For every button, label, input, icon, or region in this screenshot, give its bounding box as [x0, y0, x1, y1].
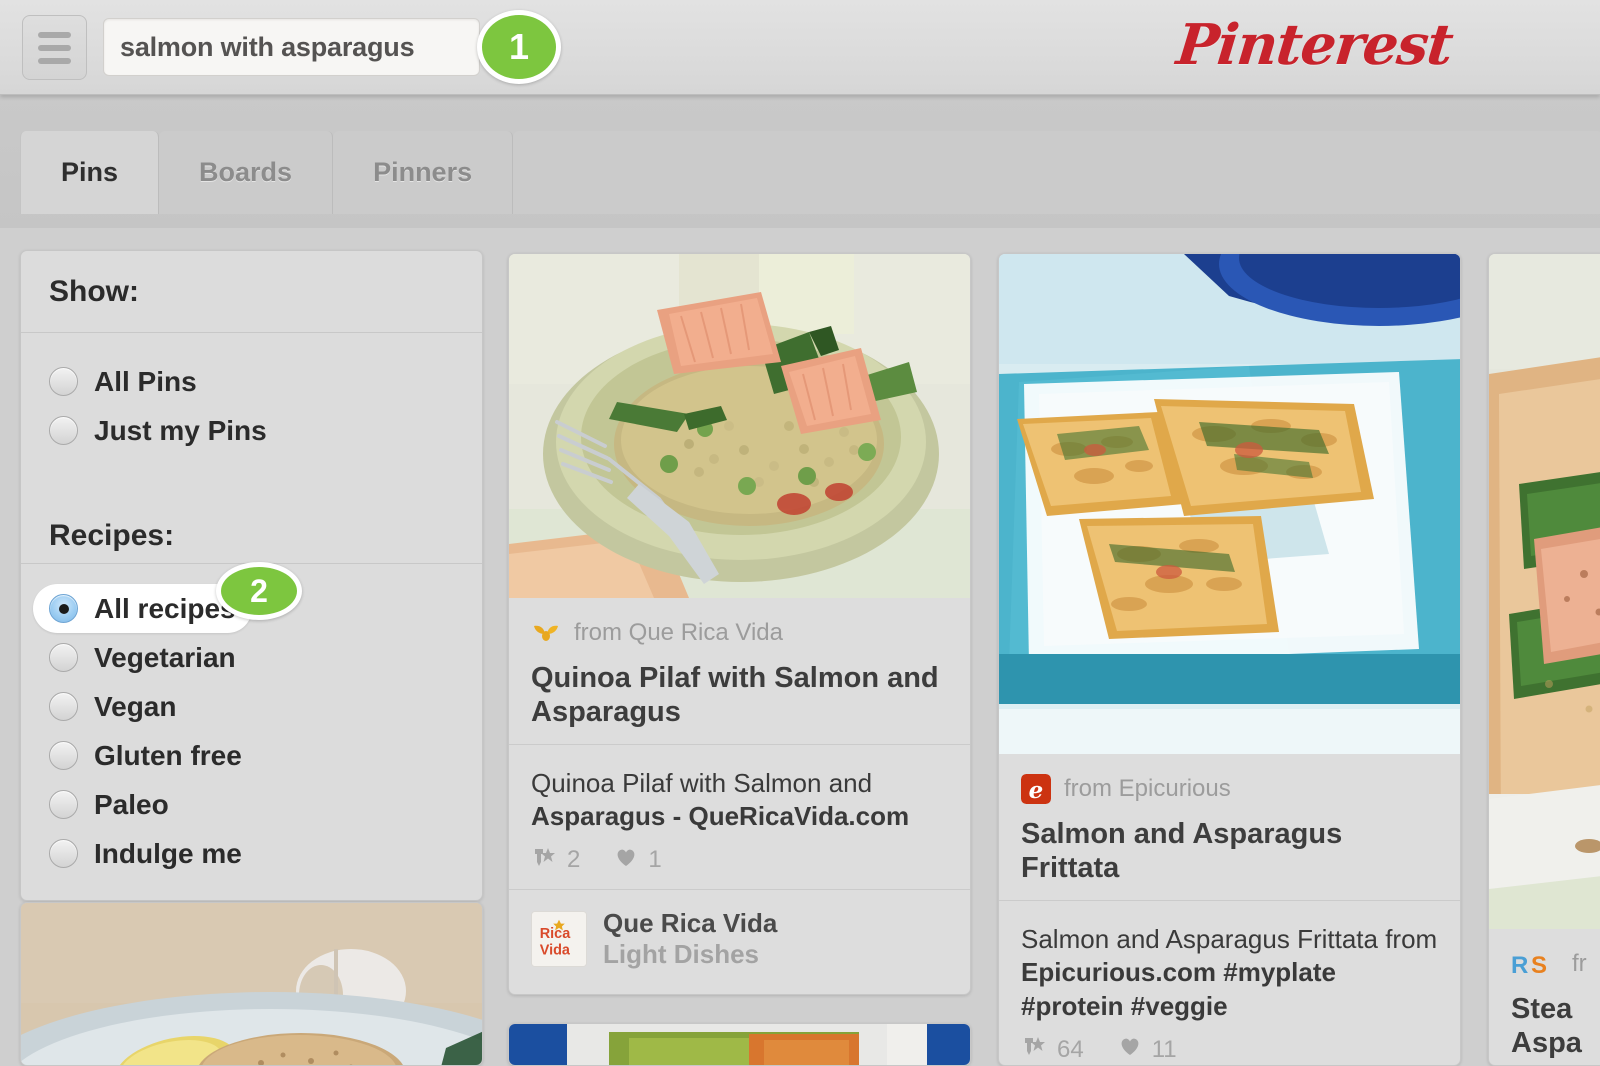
tab-boards[interactable]: Boards	[159, 131, 334, 214]
pin-card-quinoa-pilaf[interactable]: from Que Rica Vida Quinoa Pilaf with Sal…	[508, 253, 971, 995]
hamburger-menu-icon[interactable]	[22, 15, 87, 80]
radio-label: Vegan	[94, 690, 177, 722]
tab-bar-filler	[513, 131, 1600, 214]
radio-option-gluten-free[interactable]: Gluten free	[21, 731, 482, 780]
radio-circle-icon	[49, 741, 78, 770]
radio-label: Indulge me	[94, 837, 242, 869]
radio-circle-icon	[49, 416, 78, 445]
hamburger-bar	[38, 44, 71, 51]
pin-image[interactable]	[509, 1024, 970, 1065]
radio-circle-icon	[49, 594, 78, 623]
pin-description-link[interactable]: Asparagus - QueRicaVida.com	[531, 801, 909, 831]
repin-icon	[1021, 1035, 1047, 1064]
radio-circle-icon	[49, 692, 78, 721]
page-body: Show: All Pins Just my Pins Recipes: All…	[0, 228, 1600, 1066]
annotation-badge-2: 2	[216, 562, 302, 620]
pin-description-plain: Salmon and Asparagus Frittata from	[1021, 923, 1438, 954]
tab-pinners[interactable]: Pinners	[333, 131, 514, 214]
pin-image[interactable]	[21, 903, 482, 1065]
leaf-favicon	[531, 618, 561, 648]
radio-label: Paleo	[94, 788, 169, 820]
pin-meta: R S fr Stea Aspa	[1489, 929, 1600, 1065]
pin-stats: 64 11	[1021, 1035, 1438, 1064]
search-input[interactable]	[120, 31, 481, 63]
radio-option-vegetarian[interactable]: Vegetarian	[21, 633, 482, 682]
svg-text:S: S	[1531, 952, 1547, 979]
pin-description-section: Salmon and Asparagus Frittata from Epicu…	[999, 899, 1460, 1065]
radio-option-just-my-pins[interactable]: Just my Pins	[21, 406, 482, 455]
recipes-heading: Recipes:	[49, 519, 175, 552]
hamburger-bar	[38, 31, 71, 38]
pinterest-logo[interactable]: Pinterest	[1174, 12, 1456, 78]
show-heading: Show:	[21, 251, 482, 333]
pinner-name[interactable]: Que Rica Vida	[603, 908, 777, 939]
like-count: 1	[648, 846, 662, 874]
pin-meta: e from Epicurious Salmon and Asparagus F…	[999, 754, 1460, 900]
radio-option-vegan[interactable]: Vegan	[21, 682, 482, 731]
pin-source-label: fr	[1572, 950, 1587, 977]
radio-circle-icon	[49, 643, 78, 672]
pin-image[interactable]	[999, 254, 1460, 754]
tab-pins[interactable]: Pins	[20, 131, 160, 214]
tab-list: Pins Boards Pinners	[20, 131, 1600, 214]
pin-card-partial-bottom-middle[interactable]	[508, 1023, 971, 1066]
pin-image[interactable]	[1489, 254, 1600, 929]
radio-label: Vegetarian	[94, 641, 236, 673]
radio-label: All Pins	[94, 365, 197, 397]
repin-icon	[531, 846, 557, 875]
pinner-info: Que Rica Vida Light Dishes	[603, 908, 777, 969]
heart-icon	[1118, 1035, 1142, 1064]
pin-description: Salmon and Asparagus Frittata from Epicu…	[1021, 923, 1438, 1024]
que-rica-vida-logo: Rica Vida	[531, 910, 587, 967]
pin-description-plain: Quinoa Pilaf with Salmon and	[531, 767, 873, 798]
hamburger-bar	[38, 57, 71, 64]
radio-label: Just my Pins	[94, 414, 267, 446]
svg-text:R: R	[1511, 952, 1528, 979]
show-options-group: All Pins Just my Pins	[21, 333, 482, 481]
annotation-badge-1: 1	[477, 10, 561, 84]
pin-image[interactable]	[509, 254, 970, 598]
radio-circle-icon	[49, 367, 78, 396]
radio-label: All recipes	[94, 592, 236, 624]
radio-option-all-pins[interactable]: All Pins	[21, 357, 482, 406]
top-header-bar: Pinterest	[0, 0, 1600, 95]
pin-source-label: from Que Rica Vida	[574, 619, 783, 646]
rs-favicon: R S	[1511, 949, 1559, 979]
search-box[interactable]	[103, 18, 510, 76]
pin-title[interactable]: Quinoa Pilaf with Salmon and Asparagus	[531, 662, 948, 730]
svg-text:e: e	[1029, 777, 1044, 804]
pin-source-row[interactable]: e from Epicurious	[1021, 774, 1438, 804]
pin-card-frittata[interactable]: e from Epicurious Salmon and Asparagus F…	[998, 253, 1461, 1066]
pin-source-row[interactable]: R S fr	[1511, 949, 1600, 979]
pin-meta: from Que Rica Vida Quinoa Pilaf with Sal…	[509, 598, 970, 744]
pin-title[interactable]: Stea Aspa	[1511, 993, 1600, 1061]
radio-circle-icon	[49, 790, 78, 819]
pin-attribution[interactable]: Rica Vida Que Rica Vida Light Dishes	[509, 888, 970, 989]
pin-title[interactable]: Salmon and Asparagus Frittata	[1021, 818, 1438, 886]
pin-description-section: Quinoa Pilaf with Salmon and Asparagus -…	[509, 743, 970, 889]
heart-icon	[614, 846, 638, 875]
tab-bar: Pins Boards Pinners	[0, 96, 1600, 228]
pin-title-line-1: Stea	[1511, 993, 1573, 1025]
pin-stats: 2 1	[531, 846, 948, 875]
pin-description-link[interactable]: Epicurious.com #myplate #protein #veggie	[1021, 957, 1336, 1021]
radio-circle-icon	[49, 839, 78, 868]
repin-count: 64	[1057, 1035, 1084, 1063]
repin-count: 2	[567, 846, 581, 874]
pin-source-row[interactable]: from Que Rica Vida	[531, 618, 948, 648]
pin-description: Quinoa Pilaf with Salmon and Asparagus -…	[531, 767, 948, 834]
pin-card-partial-bottom-left[interactable]	[20, 902, 483, 1066]
pinner-board[interactable]: Light Dishes	[603, 939, 777, 970]
epicurious-favicon: e	[1021, 774, 1051, 804]
svg-text:Vida: Vida	[540, 942, 571, 958]
like-count: 11	[1151, 1035, 1177, 1063]
svg-text:Rica: Rica	[540, 926, 571, 942]
radio-option-indulge-me[interactable]: Indulge me	[21, 829, 482, 878]
pin-source-label: from Epicurious	[1064, 775, 1231, 802]
radio-label: Gluten free	[94, 739, 242, 771]
pin-card-steamed-salmon-partial[interactable]: R S fr Stea Aspa Way the 1	[1488, 253, 1600, 1066]
radio-option-paleo[interactable]: Paleo	[21, 780, 482, 829]
pin-title-line-2: Aspa	[1511, 1026, 1582, 1059]
